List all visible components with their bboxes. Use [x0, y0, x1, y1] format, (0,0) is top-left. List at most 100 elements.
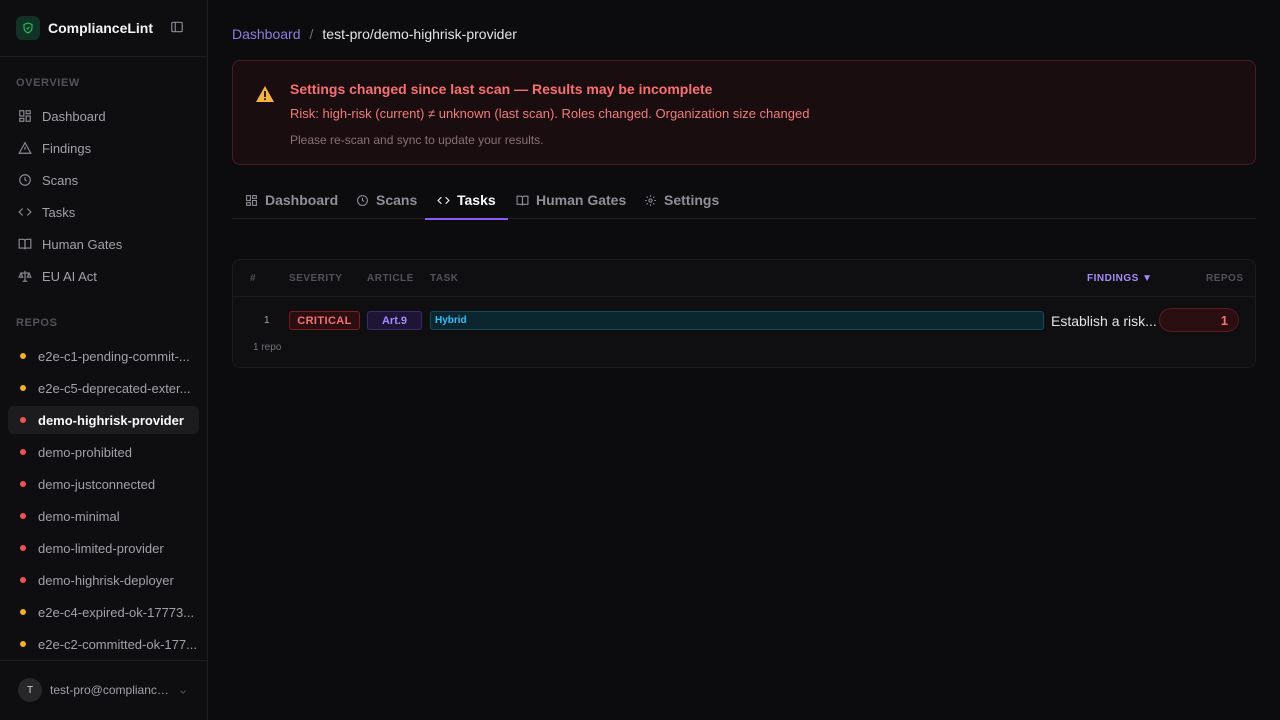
- sidebar-divider: [0, 660, 207, 661]
- column-header-article[interactable]: ARTICLE: [367, 273, 414, 284]
- repo-item[interactable]: demo-minimal: [8, 502, 199, 530]
- repo-item[interactable]: e2e-c2-committed-ok-177...: [8, 630, 199, 658]
- task-bar: Hybrid: [430, 311, 1044, 330]
- repo-name: demo-prohibited: [38, 444, 132, 460]
- warning-icon: [18, 141, 32, 154]
- article-badge: Art.9: [367, 311, 422, 330]
- status-dot: [20, 385, 26, 391]
- sidebar-divider: [0, 56, 207, 57]
- repos-label: REPOS: [16, 317, 58, 329]
- status-dot: [20, 609, 26, 615]
- repo-name: demo-highrisk-provider: [38, 412, 184, 428]
- sidebar-item-dashboard[interactable]: Dashboard: [8, 102, 199, 130]
- column-header-num: #: [250, 273, 257, 284]
- breadcrumb-dashboard-link[interactable]: Dashboard: [232, 26, 301, 42]
- tab-label: Settings: [664, 192, 720, 208]
- tab-bar: Dashboard Scans Tasks Human Gates Settin…: [232, 182, 1256, 220]
- sidebar-item-label: EU AI Act: [42, 268, 97, 284]
- tab-label: Human Gates: [536, 192, 627, 208]
- tab-scans[interactable]: Scans: [344, 182, 429, 218]
- status-dot: [20, 417, 26, 423]
- sidebar-item-label: Tasks: [42, 204, 76, 220]
- findings-header-label: FINDINGS: [1087, 273, 1139, 284]
- code-icon: [18, 208, 32, 216]
- sidebar-item-human-gates[interactable]: Human Gates: [8, 230, 199, 258]
- findings-count-pill[interactable]: 1: [1159, 308, 1239, 332]
- breadcrumb: Dashboard / test-pro/demo-highrisk-provi…: [232, 25, 517, 43]
- repo-count: 1 repo: [253, 342, 282, 353]
- column-header-task[interactable]: TASK: [430, 273, 458, 284]
- alert-hint: Please re-scan and sync to update your r…: [290, 133, 544, 147]
- table-header-divider: [233, 296, 1255, 297]
- repo-item[interactable]: e2e-c4-expired-ok-17773...: [8, 598, 199, 626]
- status-dot: [20, 577, 26, 583]
- sidebar-item-eu-ai-act[interactable]: EU AI Act: [8, 262, 199, 290]
- code-icon: [437, 196, 450, 204]
- sidebar-item-tasks[interactable]: Tasks: [8, 198, 199, 226]
- tab-tasks[interactable]: Tasks: [425, 182, 508, 220]
- sidebar: ComplianceLint OVERVIEW Dashboard Findin…: [0, 0, 208, 720]
- column-header-repos[interactable]: REPOS: [1206, 273, 1244, 284]
- repo-name: demo-highrisk-deployer: [38, 572, 174, 588]
- repo-item[interactable]: demo-limited-provider: [8, 534, 199, 562]
- status-dot: [20, 545, 26, 551]
- tab-label: Dashboard: [265, 192, 339, 208]
- repo-item[interactable]: demo-prohibited: [8, 438, 199, 466]
- column-header-severity[interactable]: SEVERITY: [289, 273, 342, 284]
- status-dot: [20, 641, 26, 647]
- repo-item[interactable]: e2e-c1-pending-commit-...: [8, 342, 199, 370]
- avatar: T: [18, 678, 42, 702]
- column-header-findings[interactable]: FINDINGS ▼: [1087, 273, 1152, 284]
- repo-item[interactable]: e2e-c5-deprecated-exter...: [8, 374, 199, 402]
- status-dot: [20, 353, 26, 359]
- repo-name: demo-justconnected: [38, 476, 156, 492]
- status-dot: [20, 481, 26, 487]
- sidebar-item-label: Findings: [42, 140, 92, 156]
- repo-item[interactable]: demo-highrisk-deployer: [8, 566, 199, 594]
- clock-icon: [19, 174, 31, 186]
- overview-label: OVERVIEW: [16, 77, 80, 89]
- shield-logo-icon: [16, 16, 40, 40]
- sidebar-item-label: Human Gates: [42, 236, 123, 252]
- brand[interactable]: ComplianceLint: [16, 16, 192, 40]
- repo-name: demo-limited-provider: [38, 540, 164, 556]
- settings-changed-alert: Settings changed since last scan — Resul…: [232, 60, 1256, 165]
- sidebar-item-label: Scans: [42, 172, 79, 188]
- alert-body: Risk: high-risk (current) ≠ unknown (las…: [290, 106, 810, 121]
- sidebar-item-scans[interactable]: Scans: [8, 166, 199, 194]
- repo-item-active[interactable]: demo-highrisk-provider: [8, 406, 199, 434]
- sort-desc-icon: ▼: [1142, 273, 1153, 284]
- task-title[interactable]: Establish a risk...: [1051, 313, 1161, 329]
- dashboard-icon: [246, 194, 257, 206]
- scale-icon: [18, 270, 32, 282]
- tab-label: Scans: [376, 192, 418, 208]
- alert-title: Settings changed since last scan — Resul…: [290, 81, 713, 97]
- sidebar-toggle-icon[interactable]: [170, 20, 186, 36]
- severity-badge: CRITICAL: [289, 311, 360, 330]
- chevron-down-icon: [178, 685, 188, 700]
- user-menu[interactable]: T test-pro@complianceli...: [18, 678, 190, 702]
- tab-dashboard[interactable]: Dashboard: [233, 182, 350, 218]
- breadcrumb-separator: /: [309, 26, 314, 42]
- sidebar-item-findings[interactable]: Findings: [8, 134, 199, 162]
- warning-triangle-icon: [255, 85, 275, 106]
- task-type-tag: Hybrid: [435, 315, 467, 326]
- tab-settings[interactable]: Settings: [632, 182, 731, 218]
- repo-name: e2e-c5-deprecated-exter...: [38, 380, 191, 396]
- status-dot: [20, 449, 26, 455]
- dashboard-icon: [19, 110, 31, 122]
- tab-human-gates[interactable]: Human Gates: [504, 182, 638, 218]
- repo-name: e2e-c4-expired-ok-17773...: [38, 604, 195, 620]
- findings-count: 1: [1220, 313, 1228, 328]
- row-number: 1: [264, 315, 270, 326]
- gear-icon: [645, 194, 656, 206]
- sidebar-item-label: Dashboard: [42, 108, 106, 124]
- repo-item[interactable]: demo-justconnected: [8, 470, 199, 498]
- status-dot: [20, 513, 26, 519]
- app-name: ComplianceLint: [48, 20, 154, 36]
- book-icon: [516, 195, 529, 205]
- breadcrumb-current: test-pro/demo-highrisk-provider: [322, 26, 517, 42]
- repo-name: demo-minimal: [38, 508, 120, 524]
- tasks-table: # SEVERITY ARTICLE TASK FINDINGS ▼ REPOS…: [232, 259, 1256, 368]
- book-icon: [18, 238, 32, 250]
